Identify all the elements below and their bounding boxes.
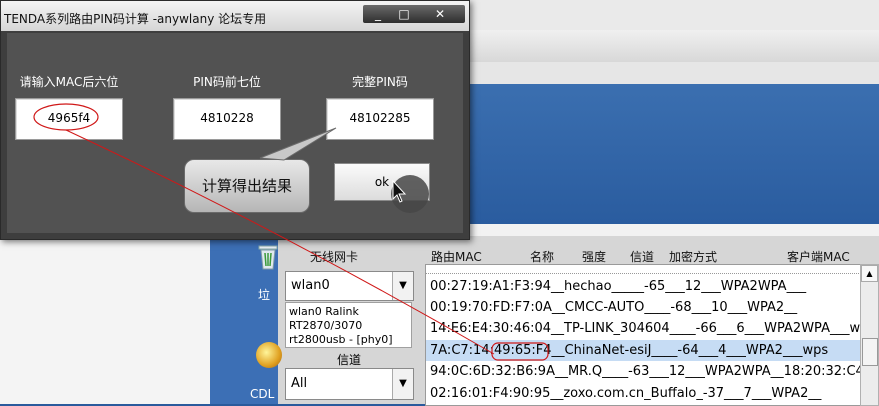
chevron-down-icon[interactable]: ▼ — [392, 272, 413, 300]
dialog-title: TENDA系列路由PIN码计算 -anywlany 论坛专用 — [4, 12, 267, 26]
adapter-info-line: wlan0 Ralink — [289, 305, 359, 318]
adapter-info: wlan0 Ralink RT2870/3070 rt2800usb - [ph… — [285, 302, 412, 348]
network-row[interactable]: 14:E6:E4:30:46:04__TP-LINK_304604____-66… — [430, 318, 860, 339]
network-row[interactable]: 02:16:01:F4:90:95__zoxo.com.cn_Buffalo_-… — [430, 383, 860, 404]
header-adapter: 无线网卡 — [310, 250, 359, 264]
scroll-up-icon[interactable]: ▲ — [861, 265, 878, 282]
header-strength[interactable]: 强度 — [582, 248, 606, 265]
pin-field[interactable]: 48102285 — [326, 98, 434, 140]
channel-select[interactable]: All ▼ — [285, 368, 414, 400]
channel-label: 信道 — [337, 353, 362, 367]
network-row-selected[interactable]: 7A:C7:14:49:65:F4__ChinaNet-esiJ____-64_… — [426, 340, 861, 361]
list-scrollbar[interactable]: ▲ — [860, 264, 879, 406]
network-row[interactable]: 00:27:19:A1:F3:94__hechao_____-65___12__… — [430, 276, 860, 297]
network-list[interactable]: 00:27:19:A1:F3:94__hechao_____-65___12__… — [425, 264, 862, 406]
scrollbar-thumb[interactable] — [862, 338, 878, 366]
network-row[interactable]: 94:0C:6D:32:B6:9A__MR.Q____-63___12___WP… — [430, 361, 860, 382]
ok-button[interactable]: ok — [334, 163, 430, 201]
header-encryption[interactable]: 加密方式 — [669, 248, 717, 265]
header-name[interactable]: 名称 — [530, 248, 554, 265]
adapter-info-line: rt2800usb - [phy0] — [289, 333, 393, 346]
mac-label: 请输入MAC后六位 — [19, 75, 119, 89]
pin7-label: PIN码前七位 — [193, 75, 261, 89]
pin-label: 完整PIN码 — [352, 75, 408, 89]
pin7-field[interactable]: 4810228 — [173, 98, 281, 140]
header-router-mac[interactable]: 路由MAC — [431, 248, 482, 265]
dialog-titlebar[interactable]: TENDA系列路由PIN码计算 -anywlany 论坛专用 _ □ ✕ — [1, 1, 469, 31]
cdlinux-label: CDL — [250, 387, 275, 401]
recycle-bin-label: 垃 — [258, 288, 271, 302]
network-row[interactable]: 00:19:70:FD:F7:0A__CMCC-AUTO____-68___10… — [430, 297, 860, 318]
adapter-info-line: RT2870/3070 — [289, 319, 363, 332]
adapter-select-value: wlan0 — [291, 278, 330, 293]
result-callout: 计算得出结果 — [184, 159, 310, 213]
channel-select-value: All — [291, 376, 308, 391]
list-top-edge — [426, 265, 861, 274]
adapter-select[interactable]: wlan0 ▼ — [285, 271, 414, 301]
close-button[interactable]: ✕ — [415, 5, 465, 23]
recycle-bin-icon[interactable] — [256, 242, 280, 270]
cdlinux-icon[interactable] — [256, 342, 282, 368]
pin-calculator-dialog: TENDA系列路由PIN码计算 -anywlany 论坛专用 _ □ ✕ 请输入… — [0, 0, 470, 240]
header-channel[interactable]: 信道 — [630, 248, 654, 265]
chevron-down-icon[interactable]: ▼ — [392, 369, 413, 399]
header-client-mac[interactable]: 客户端MAC — [787, 248, 850, 265]
mac-input[interactable]: 4965f4 — [15, 98, 123, 140]
